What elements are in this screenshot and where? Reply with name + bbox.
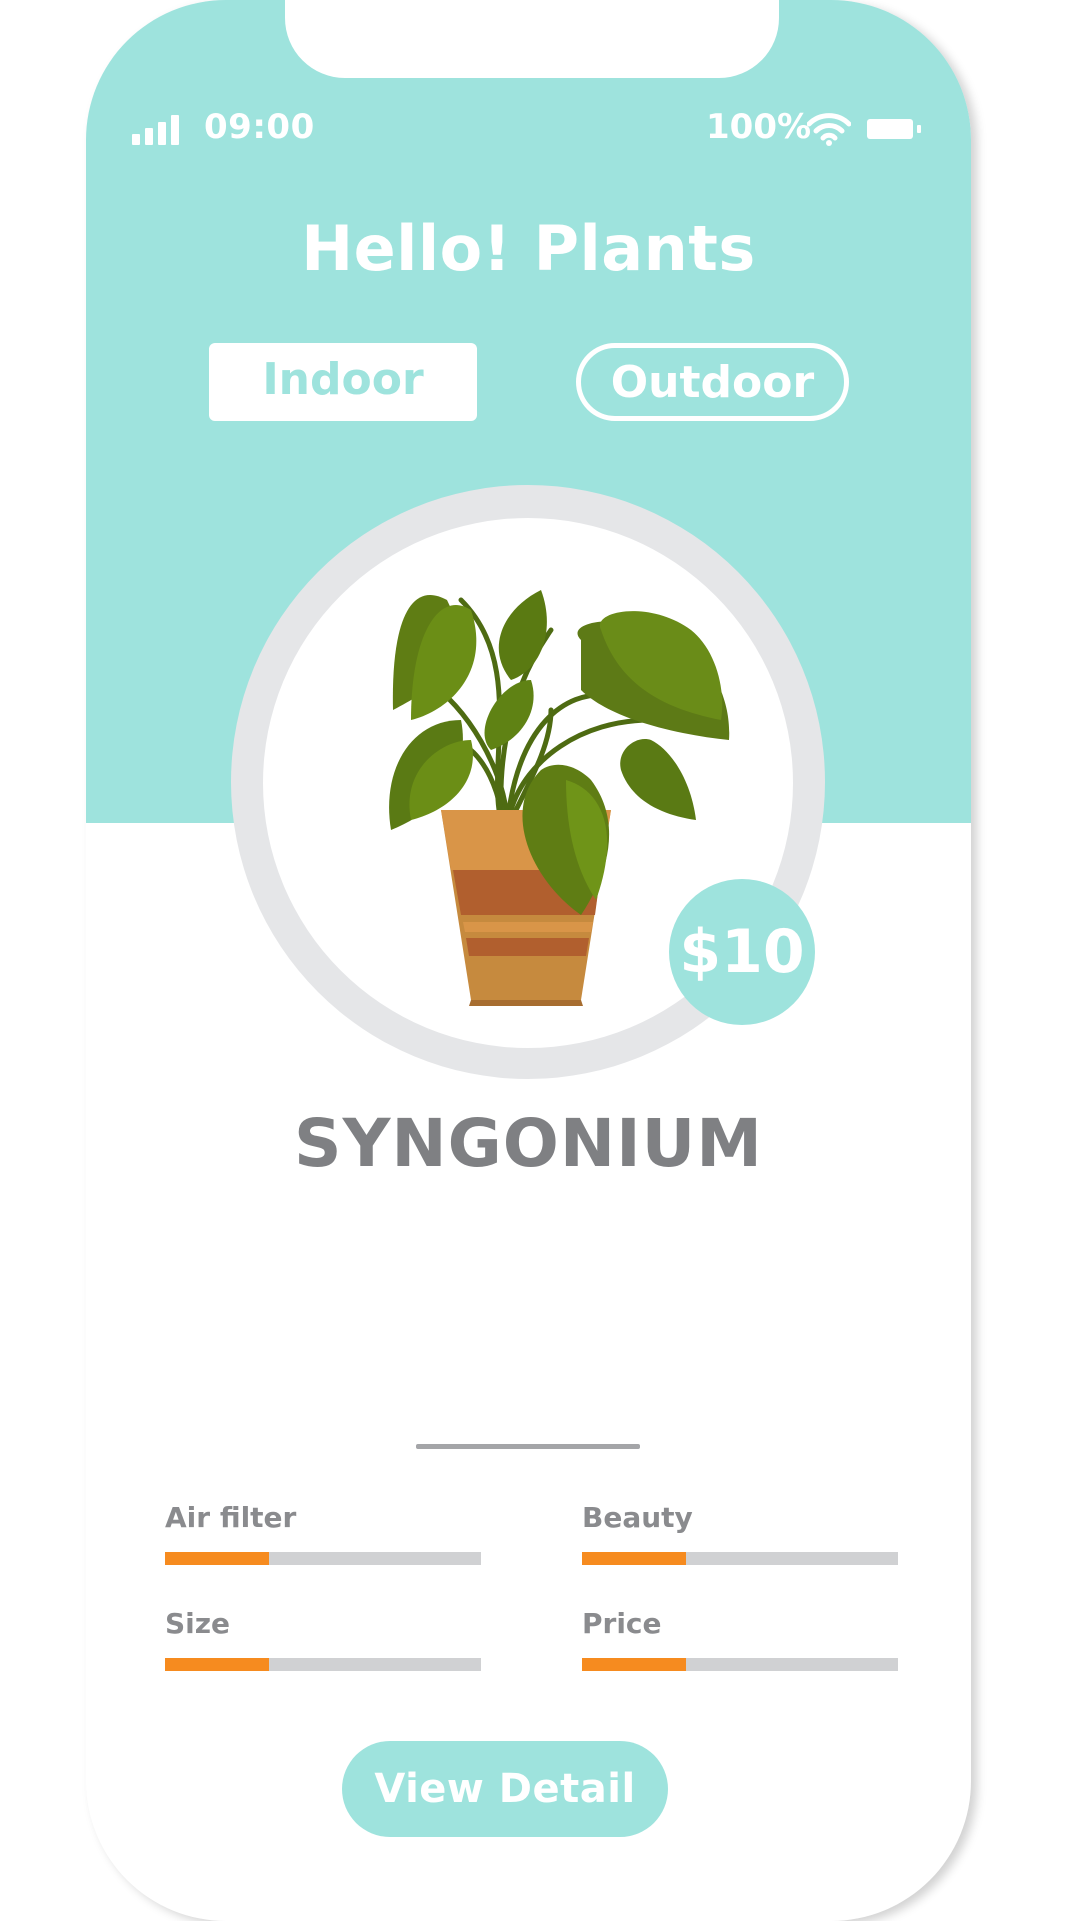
stat-label: Size [165,1607,231,1640]
stat-label: Price [582,1607,662,1640]
stat-bar-track [165,1552,481,1565]
price-badge: $10 [669,879,815,1025]
stat-bar-track [582,1552,898,1565]
divider [416,1444,640,1449]
stat-beauty: Beauty [582,1500,898,1565]
battery-tip [917,125,921,133]
plant-name: SYNGONIUM [294,1105,763,1182]
stat-bar-fill [582,1658,687,1671]
battery-percent: 100% [706,107,812,147]
stat-bar-fill [165,1658,270,1671]
stat-bar-track [165,1658,481,1671]
signal-icon [132,115,182,145]
status-bar: 09:00 100% [86,105,971,155]
app-title: Hello! Plants [301,212,756,285]
phone-frame: 09:00 100% Hello! Plants Indoor Outdoor [86,0,971,1921]
tab-outdoor[interactable]: Outdoor [576,343,849,421]
status-time: 09:00 [204,107,315,147]
stat-size: Size [165,1606,481,1671]
stat-bar-fill [165,1552,270,1565]
stat-bar-fill [582,1552,687,1565]
phone-notch [285,0,779,78]
tab-indoor[interactable]: Indoor [209,343,477,421]
view-detail-button[interactable]: View Detail [342,1741,668,1837]
stat-price: Price [582,1606,898,1671]
screen: 09:00 100% Hello! Plants Indoor Outdoor [0,0,1081,1921]
stat-bar-track [582,1658,898,1671]
stat-air-filter: Air filter [165,1500,481,1565]
battery-icon [867,119,913,139]
stat-label: Beauty [582,1501,693,1534]
stat-label: Air filter [165,1501,297,1534]
wifi-icon [807,113,851,146]
